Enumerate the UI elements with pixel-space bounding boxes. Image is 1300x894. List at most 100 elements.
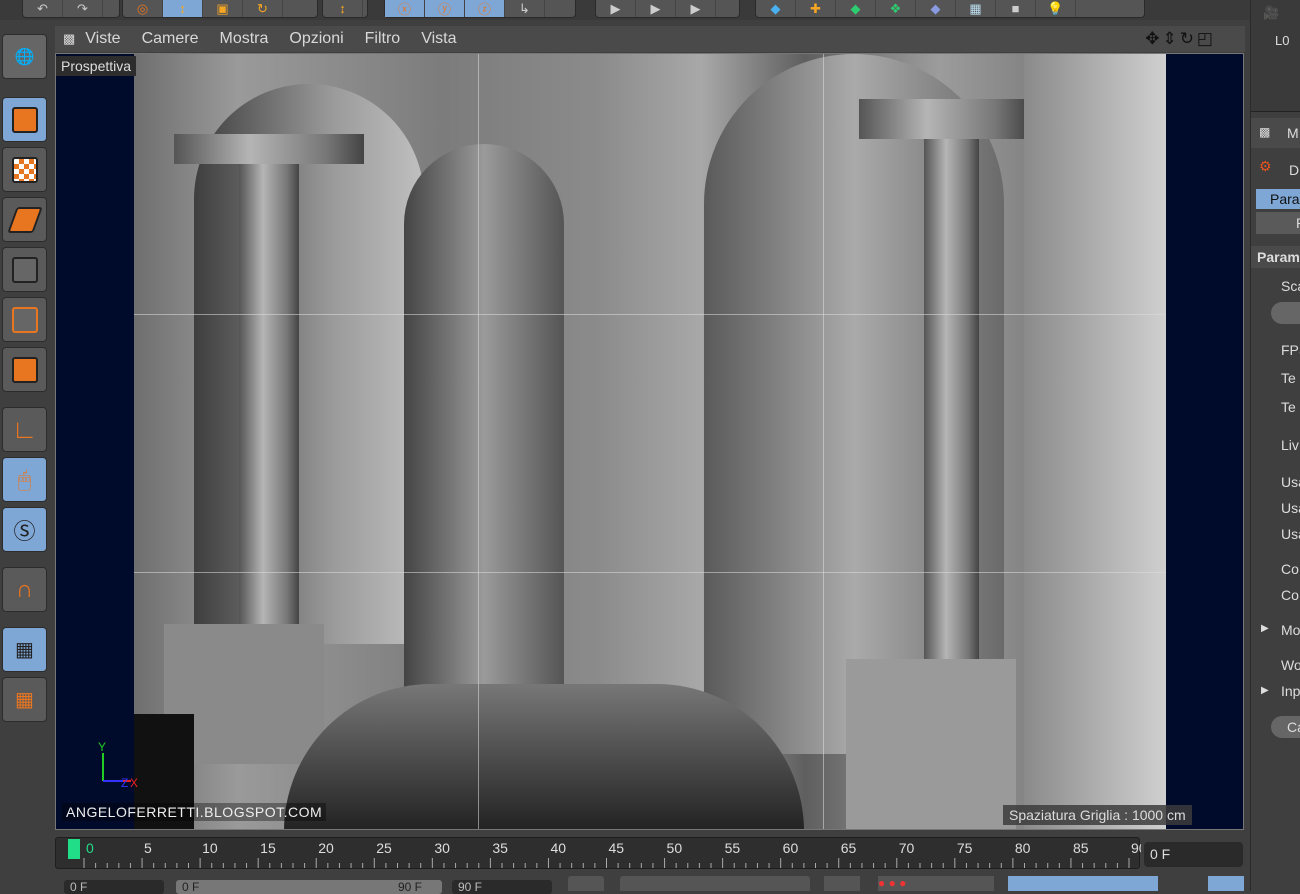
render-group: ▶ ▶ ▶	[595, 0, 740, 18]
move-icon[interactable]: ↕	[163, 0, 203, 17]
tool-group: ◎ ↕ ▣ ↻	[122, 0, 318, 18]
menu-filtro[interactable]: Filtro	[365, 30, 401, 48]
spline-icon[interactable]: ✚	[796, 0, 836, 17]
viewport-canvas[interactable]: Y Z X	[55, 53, 1244, 830]
timeline-tick-label: 15	[260, 840, 276, 856]
go-start-button[interactable]	[568, 876, 604, 891]
camera-icon[interactable]: ■	[996, 0, 1036, 17]
render-picture-icon[interactable]: ▶	[636, 0, 676, 17]
timeline-tick-label: 85	[1073, 840, 1089, 856]
tab-r[interactable]: R	[1256, 212, 1300, 234]
cube-icon[interactable]: ◆	[756, 0, 796, 17]
z-axis-icon[interactable]: ⓩ	[465, 0, 505, 17]
section-header: Param	[1251, 246, 1300, 268]
timeline-tick-label: 35	[492, 840, 508, 856]
expand-arrow-icon[interactable]: ▶	[1261, 685, 1269, 696]
param-label: Co	[1281, 561, 1299, 577]
go-end-button[interactable]	[824, 876, 860, 891]
timeline-window-button[interactable]	[1208, 876, 1244, 891]
timeline-tick-label: 40	[550, 840, 566, 856]
axis-y-label: Y	[98, 740, 106, 754]
playhead[interactable]	[68, 839, 80, 859]
menu-mostra[interactable]: Mostra	[219, 30, 268, 48]
nurbs-icon[interactable]: ◆	[836, 0, 876, 17]
range-start: 0 F	[182, 880, 200, 894]
axis-z-label: Z	[121, 776, 128, 790]
array-icon[interactable]: ❖	[876, 0, 916, 17]
timeline-tick-label: 5	[144, 840, 152, 856]
param-label: Usa	[1281, 526, 1300, 542]
render-settings-icon[interactable]: ▶	[676, 0, 716, 17]
select-icon[interactable]: ◎	[123, 0, 163, 17]
start-frame-field[interactable]: 0 F	[64, 880, 164, 894]
lock-workplane-icon[interactable]: ▦	[2, 627, 47, 672]
polygons-mode-icon[interactable]	[2, 347, 47, 392]
timeline-ruler[interactable]: 0 5 10 15 20 25 30 35 40 45 50 55 60 65 70 75 80 85 90	[56, 838, 1147, 870]
light-icon[interactable]: 💡	[1036, 0, 1076, 17]
edges-mode-icon[interactable]	[2, 297, 47, 342]
timeline-tick-label: 60	[783, 840, 799, 856]
watermark: ANGELOFERRETTI.BLOGSPOT.COM	[62, 803, 327, 821]
timeline-tick-label: 10	[202, 840, 218, 856]
model-mode-icon[interactable]	[2, 97, 47, 142]
menu-opzioni[interactable]: Opzioni	[289, 30, 343, 48]
calc-button[interactable]: Ca	[1271, 716, 1300, 738]
menu-camere[interactable]: Camere	[142, 30, 199, 48]
record-keys-buttons[interactable]: ● ● ●	[878, 876, 994, 891]
camera-object-icon[interactable]: 🎥	[1263, 5, 1279, 21]
end-frame-field[interactable]: 90 F	[452, 880, 552, 894]
scale-icon[interactable]: ▣	[203, 0, 243, 17]
param-label: Co	[1281, 587, 1299, 603]
tab-parametri[interactable]: Para	[1256, 189, 1300, 209]
axis-x-label: X	[130, 776, 138, 790]
play-buttons[interactable]	[620, 876, 810, 891]
render-view-icon[interactable]: ▶	[596, 0, 636, 17]
world-icon[interactable]: 🌐	[2, 34, 47, 79]
axis-mode-icon[interactable]: ∟	[2, 407, 47, 452]
axis-gizmo: Y Z X	[98, 740, 138, 790]
current-frame-field[interactable]: 0 F	[1144, 842, 1243, 867]
undo-icon[interactable]: ↶	[23, 0, 63, 17]
menu-viste[interactable]: Viste	[85, 30, 120, 48]
redo-icon[interactable]: ↷	[63, 0, 103, 17]
texture-mode-icon[interactable]	[2, 147, 47, 192]
rotate-icon[interactable]: ↻	[243, 0, 283, 17]
top-toolbar: ↶ ↷ ◎ ↕ ▣ ↻ ↕ ⓧ ⓨ ⓩ ↳ ▶ ▶ ▶ ◆ ✚ ◆ ❖ ◆ ▦ ■ 💡	[0, 0, 1250, 20]
workplane-icon[interactable]	[2, 197, 47, 242]
y-axis-icon[interactable]: ⓨ	[425, 0, 465, 17]
tweak-mode-icon[interactable]: 🖱	[2, 457, 47, 502]
timeline-tick-label: 65	[841, 840, 857, 856]
timeline-tick-label: 80	[1015, 840, 1031, 856]
param-label: FPS	[1281, 342, 1300, 358]
timeline-tick-label: 20	[318, 840, 334, 856]
coordinate-icon[interactable]: ↳	[505, 0, 545, 17]
last-tool-icon[interactable]: ↕	[323, 0, 363, 17]
axis-group: ⓧ ⓨ ⓩ ↳	[384, 0, 576, 18]
points-mode-icon[interactable]	[2, 247, 47, 292]
null-object-label[interactable]: L0	[1275, 33, 1289, 48]
viewport-menu: ▩ Viste Camere Mostra Opzioni Filtro Vis…	[55, 26, 1245, 52]
param-label: Wo	[1281, 657, 1300, 673]
timeline[interactable]: 0 5 10 15 20 25 30 35 40 45 50 55 60 65 70 75 80 85 90	[55, 837, 1147, 870]
right-panel: 🎥 L0 ▩ M ⚙ D Para R Param Sca FPS Te Te …	[1250, 0, 1300, 891]
grid-spacing-label: Spaziatura Griglia : 1000 cm	[1003, 805, 1192, 825]
timeline-tick-label: 70	[899, 840, 915, 856]
param-label: Te	[1281, 399, 1296, 415]
camera-label: Prospettiva	[56, 56, 137, 76]
timeline-tick-label: 90	[1131, 840, 1141, 856]
snap-icon[interactable]: Ⓢ	[2, 507, 47, 552]
range-slider[interactable]: 0 F 90 F	[176, 880, 442, 894]
workplane-rotate-icon[interactable]: ▦	[2, 677, 47, 722]
view-nav-icons[interactable]: ✥⇕↻◰	[1145, 29, 1216, 49]
magnet-icon[interactable]: ∩	[2, 567, 47, 612]
x-axis-icon[interactable]: ⓧ	[385, 0, 425, 17]
menu-vista[interactable]: Vista	[421, 30, 456, 48]
deformer-icon[interactable]: ◆	[916, 0, 956, 17]
key-mode-buttons[interactable]	[1008, 876, 1158, 891]
scale-slider[interactable]	[1271, 302, 1300, 324]
floor-icon[interactable]: ▦	[956, 0, 996, 17]
object-group: ◆ ✚ ◆ ❖ ◆ ▦ ■ 💡	[755, 0, 1145, 18]
timeline-tick-label: 75	[957, 840, 973, 856]
expand-arrow-icon[interactable]: ▶	[1261, 623, 1269, 634]
panel-grip-icon[interactable]: ▩	[63, 31, 75, 47]
